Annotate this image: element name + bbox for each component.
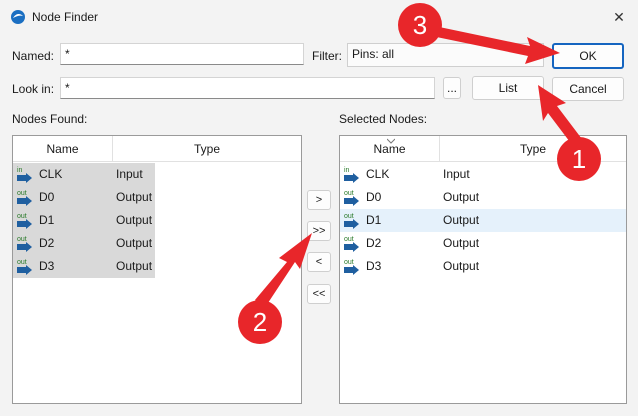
found-row-type: Input xyxy=(116,167,143,181)
selected-row-type: Output xyxy=(443,236,480,250)
found-row[interactable]: out D2 Output xyxy=(13,232,155,255)
window-title: Node Finder xyxy=(32,10,99,24)
output-pin-icon: out xyxy=(17,236,32,252)
annotation-badge-1: 1 xyxy=(557,137,601,181)
svg-text:out: out xyxy=(344,259,354,266)
remove-all-button[interactable]: << xyxy=(307,284,331,304)
output-pin-icon: out xyxy=(344,236,359,252)
found-row-name: D2 xyxy=(39,236,55,250)
close-icon[interactable]: ✕ xyxy=(604,5,634,29)
found-row[interactable]: out D3 Output xyxy=(13,255,155,278)
output-pin-icon: out xyxy=(344,259,359,275)
selected-row[interactable]: out D1 Output xyxy=(340,209,626,232)
found-row-type: Output xyxy=(116,236,153,250)
found-row[interactable]: out D1 Output xyxy=(13,209,155,232)
app-icon xyxy=(11,10,25,24)
selected-row[interactable]: out D2 Output xyxy=(340,232,626,255)
found-row-name: CLK xyxy=(39,167,63,181)
selected-row[interactable]: out D3 Output xyxy=(340,255,626,278)
output-pin-icon: out xyxy=(17,190,32,206)
found-row-name: D1 xyxy=(39,213,55,227)
svg-text:out: out xyxy=(17,190,27,197)
filter-label: Filter: xyxy=(312,49,342,63)
annotation-badge-2: 2 xyxy=(238,300,282,344)
output-pin-icon: out xyxy=(344,190,359,206)
found-row[interactable]: out D0 Output xyxy=(13,186,155,209)
output-pin-icon: out xyxy=(17,259,32,275)
filter-value: Pins: all xyxy=(352,47,395,61)
ok-button[interactable]: OK xyxy=(552,43,624,69)
output-pin-icon: out xyxy=(17,213,32,229)
named-input[interactable]: * xyxy=(60,43,304,65)
lookin-label: Look in: xyxy=(12,82,55,96)
output-pin-icon: out xyxy=(344,213,359,229)
browse-button[interactable]: ... xyxy=(443,77,461,99)
found-row[interactable]: in CLK Input xyxy=(13,163,155,186)
selected-row-name: D2 xyxy=(366,236,382,250)
selected-row-name: D0 xyxy=(366,190,382,204)
add-selected-button[interactable]: > xyxy=(307,190,331,210)
selected-nodes-label: Selected Nodes: xyxy=(339,112,428,126)
found-col-name[interactable]: Name xyxy=(13,136,113,162)
lookin-input[interactable]: * xyxy=(60,77,435,99)
add-all-button[interactable]: >> xyxy=(307,221,331,241)
nodes-found-list[interactable]: Name Type in CLK Input out D0 Output out D1 Outp… xyxy=(12,135,302,404)
selected-row-type: Output xyxy=(443,259,480,273)
selected-row-name: D1 xyxy=(366,213,382,227)
annotation-badge-3: 3 xyxy=(398,3,442,47)
found-row-type: Output xyxy=(116,259,153,273)
remove-selected-button[interactable]: < xyxy=(307,252,331,272)
svg-text:out: out xyxy=(344,236,354,243)
chevron-down-icon xyxy=(529,51,537,57)
svg-text:out: out xyxy=(17,236,27,243)
nodes-found-label: Nodes Found: xyxy=(12,112,88,126)
filter-dropdown[interactable]: Pins: all xyxy=(347,43,544,67)
found-col-type[interactable]: Type xyxy=(113,136,301,162)
svg-text:out: out xyxy=(344,213,354,220)
selected-row-type: Output xyxy=(443,213,480,227)
svg-text:out: out xyxy=(17,213,27,220)
input-pin-icon: in xyxy=(344,167,359,183)
list-button[interactable]: List xyxy=(472,76,544,100)
svg-text:in: in xyxy=(17,167,23,174)
input-pin-icon: in xyxy=(17,167,32,183)
found-row-name: D0 xyxy=(39,190,55,204)
svg-text:in: in xyxy=(344,167,350,174)
selected-row-type: Output xyxy=(443,190,480,204)
selected-row-type: Input xyxy=(443,167,470,181)
cancel-button[interactable]: Cancel xyxy=(552,77,624,101)
svg-text:out: out xyxy=(17,259,27,266)
selected-row[interactable]: out D0 Output xyxy=(340,186,626,209)
found-row-name: D3 xyxy=(39,259,55,273)
svg-text:out: out xyxy=(344,190,354,197)
selected-row-name: D3 xyxy=(366,259,382,273)
found-row-type: Output xyxy=(116,213,153,227)
selected-col-name[interactable]: Name xyxy=(340,136,440,162)
found-row-type: Output xyxy=(116,190,153,204)
named-label: Named: xyxy=(12,49,55,63)
selected-row-name: CLK xyxy=(366,167,390,181)
